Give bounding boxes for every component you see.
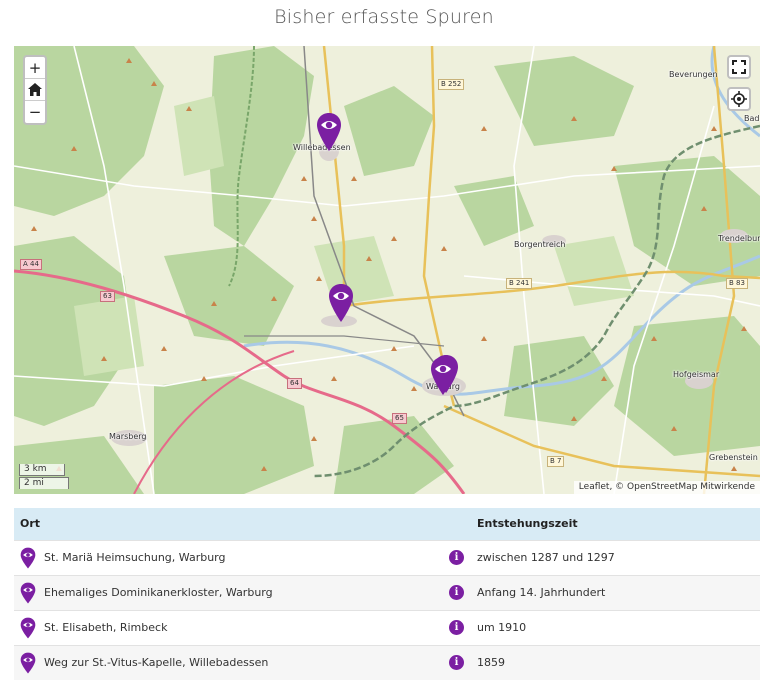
column-header-info [443,508,471,540]
road-label: B 83 [726,278,748,289]
road-label: 64 [287,378,302,389]
road-label: 63 [100,291,115,302]
place-label: Hofgeismar [673,370,720,379]
cell-ort: St. Elisabeth, Rimbeck [14,609,443,645]
cell-ort: Ehemaliges Dominikanerkloster, Warburg [14,574,443,610]
info-icon[interactable]: i [449,585,464,600]
cell-info: i [443,574,471,610]
locate-button[interactable] [727,87,751,111]
map-pin-icon[interactable] [20,582,36,604]
map-marker-willebadessen[interactable] [316,112,342,152]
place-label: Beverungen [669,70,718,79]
cell-zeit: zwischen 1287 und 1297 [471,539,760,575]
map-marker-warburg-1[interactable] [430,356,456,396]
fullscreen-icon [732,60,746,74]
map-pin-icon[interactable] [20,547,36,569]
cell-zeit: 1859 [471,644,760,680]
map-pin-icon[interactable] [20,617,36,639]
cell-ort: St. Mariä Heimsuchung, Warburg [14,539,443,575]
road-label: A 44 [20,259,42,270]
map-pin-icon[interactable] [20,652,36,674]
map-marker-rimbeck[interactable] [328,283,354,323]
cell-zeit: Anfang 14. Jahrhundert [471,574,760,610]
road-label: B 252 [438,79,465,90]
cell-info: i [443,644,471,680]
crosshair-icon [731,91,747,107]
column-header-entstehungszeit: Entstehungszeit [471,508,760,540]
column-header-ort: Ort [14,508,443,540]
road-label: B 241 [506,278,533,289]
zoom-control: + − [23,55,47,125]
home-icon [28,83,42,96]
road-label: B 7 [547,456,565,467]
table-header-row: Ort Entstehungszeit [14,508,760,540]
road-label: 65 [392,413,407,424]
map-tiles[interactable] [14,46,760,494]
info-icon[interactable]: i [449,550,464,565]
zoom-in-button[interactable]: + [25,57,45,79]
place-label: Bad [744,114,760,123]
page-title: Bisher erfasste Spuren [274,6,494,28]
map[interactable]: Willebadessen Beverungen Bad Borgentreic… [14,46,760,494]
map-attribution[interactable]: Leaflet, © OpenStreetMap Mitwirkende [573,481,760,494]
table-row[interactable]: St. Mariä Heimsuchung, Warburg i zwische… [14,539,760,575]
place-name[interactable]: St. Mariä Heimsuchung, Warburg [44,551,226,564]
cell-ort: Weg zur St.-Vitus-Kapelle, Willebadessen [14,644,443,680]
cell-zeit: um 1910 [471,609,760,645]
home-button[interactable] [25,79,45,101]
zoom-out-button[interactable]: − [25,101,45,123]
table-row[interactable]: Ehemaliges Dominikanerkloster, Warburg i… [14,574,760,610]
info-icon[interactable]: i [449,655,464,671]
scale-metric: 3 km [19,464,65,476]
place-label: Trendelburg [718,234,760,243]
table-row[interactable]: Weg zur St.-Vitus-Kapelle, Willebadessen… [14,644,760,680]
cell-info: i [443,609,471,645]
scale-imperial: 2 mi [19,477,69,489]
place-label: Grebenstein [709,453,758,462]
info-icon[interactable]: i [449,620,464,635]
place-name[interactable]: Ehemaliges Dominikanerkloster, Warburg [44,586,273,599]
place-name[interactable]: St. Elisabeth, Rimbeck [44,621,167,634]
fullscreen-button[interactable] [727,55,751,79]
place-label: Marsberg [109,432,147,441]
table-row[interactable]: St. Elisabeth, Rimbeck i um 1910 [14,609,760,645]
cell-info: i [443,539,471,575]
places-table: Ort Entstehungszeit St. Mariä Heimsuchun… [14,508,760,680]
place-name[interactable]: Weg zur St.-Vitus-Kapelle, Willebadessen [44,656,268,669]
place-label: Borgentreich [514,240,566,249]
